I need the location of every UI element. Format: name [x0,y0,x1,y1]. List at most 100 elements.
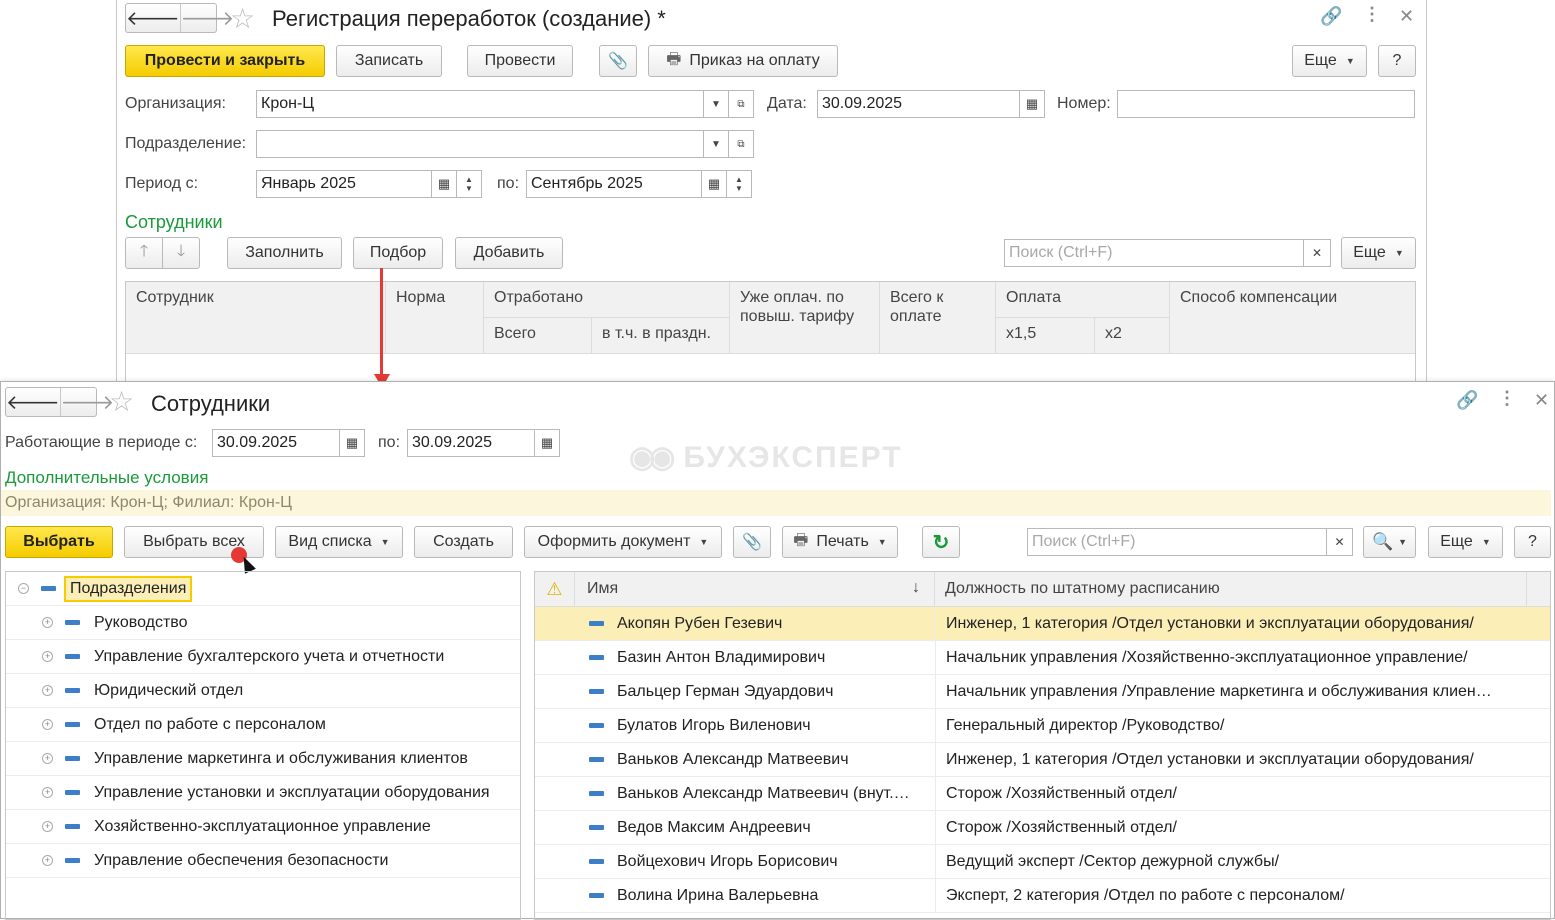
period-to-spinner-icon[interactable]: ▲ ▼ [726,170,752,198]
dept-open-icon[interactable]: ⧉ [728,130,754,158]
attach-button[interactable]: 📎 [599,45,637,77]
col-worked-total[interactable]: Всего [484,318,592,354]
period-to-field[interactable]: Сентябрь 2025 [526,170,702,198]
period-from-spinner-icon[interactable]: ▲ ▼ [456,170,482,198]
warning-col-header[interactable]: ⚠ [535,572,575,607]
post-close-button[interactable]: Провести и закрыть [125,45,325,77]
close-icon[interactable]: ✕ [1534,390,1549,411]
fill-button[interactable]: Заполнить [227,237,342,269]
refresh-button[interactable]: ↻ [922,526,960,558]
col-worked-holiday[interactable]: в т.ч. в праздн. [592,318,730,354]
tree-root[interactable]: − Подразделения [6,572,520,606]
save-button[interactable]: Записать [336,45,442,77]
expand-icon[interactable]: + [42,753,53,764]
create-button[interactable]: Создать [414,526,513,558]
star-icon[interactable]: ☆ [109,385,134,418]
dept-field[interactable] [256,130,704,158]
search-clear-icon[interactable]: ✕ [1303,239,1331,267]
expand-icon[interactable]: + [42,855,53,866]
add-button[interactable]: Добавить [455,237,563,269]
employee-row[interactable]: Базин Антон Владимирович Начальник управл… [535,640,1550,675]
help-button[interactable]: ? [1514,526,1551,558]
period-to-field[interactable]: 30.09.2025 [407,429,535,457]
col-already-paid[interactable]: Уже оплач. по повыш. тарифу [730,282,880,354]
col-employee[interactable]: Сотрудник [126,282,386,354]
org-dropdown-icon[interactable]: ▼ [703,90,729,118]
select-button[interactable]: Выбрать [5,526,113,558]
period-from-calendar-icon[interactable]: ▦ [431,170,457,198]
forward-icon[interactable]: 🡒 [59,388,114,416]
close-icon[interactable]: ✕ [1399,6,1414,27]
employee-row[interactable]: Ваньков Александр Матвеевич (внут.… Сторо… [535,776,1550,811]
expand-icon[interactable]: + [42,651,53,662]
move-up-button[interactable]: 🡑 [125,237,163,269]
collapse-icon[interactable]: − [18,583,29,594]
tree-item[interactable]: + Юридический отдел [6,674,520,708]
search-input[interactable]: Поиск (Ctrl+F) [1027,528,1327,556]
period-from-field[interactable]: Январь 2025 [256,170,432,198]
tree-item[interactable]: + Управление установки и эксплуатации обо… [6,776,520,810]
tree-item[interactable]: + Управление бухгалтерского учета и отчет… [6,640,520,674]
employee-row[interactable]: Ведов Максим Андреевич Сторож /Хозяйствен… [535,810,1550,845]
col-worked[interactable]: Отработано [484,282,730,318]
pay-order-button[interactable]: 🖶 Приказ на оплату [648,45,838,77]
period-to-calendar-icon[interactable]: ▦ [534,429,560,457]
pick-button[interactable]: Подбор [353,237,443,269]
period-from-field[interactable]: 30.09.2025 [212,429,340,457]
col-norm[interactable]: Норма [386,282,484,354]
link-icon[interactable]: 🔗 [1320,6,1342,27]
tree-item[interactable]: + Руководство [6,606,520,640]
col-pay-x15[interactable]: x1,5 [996,318,1095,354]
expand-icon[interactable]: + [42,685,53,696]
search-clear-icon[interactable]: ✕ [1326,528,1353,556]
table-search-input[interactable]: Поиск (Ctrl+F) [1004,239,1304,267]
expand-icon[interactable]: + [42,787,53,798]
col-compensation[interactable]: Способ компенсации [1170,282,1415,354]
period-to-calendar-icon[interactable]: ▦ [701,170,727,198]
org-field[interactable]: Крон-Ц [256,90,704,118]
extra-conditions-link[interactable]: Дополнительные условия [5,468,208,488]
employee-row[interactable]: Бальцер Герман Эдуардович Начальник управ… [535,674,1550,709]
help-button[interactable]: ? [1378,45,1416,77]
tree-item[interactable]: + Хозяйственно-эксплуатационное управлени… [6,810,520,844]
more-vert-icon[interactable]: ⋮ [1498,388,1516,409]
post-button[interactable]: Провести [467,45,573,77]
expand-icon[interactable]: + [42,617,53,628]
col-name-header[interactable]: Имя ↓ [575,572,935,607]
employee-row[interactable]: Волина Ирина Валерьевна Эксперт, 2 катего… [535,878,1550,913]
calendar-icon[interactable]: ▦ [1019,90,1045,118]
list-view-button[interactable]: Вид списка ▼ [275,526,403,558]
tree-item[interactable]: + Отдел по работе с персоналом [6,708,520,742]
table-more-button[interactable]: Еще ▼ [1341,237,1416,269]
attach-button[interactable]: 📎 [733,526,771,558]
more-button[interactable]: Еще ▼ [1292,45,1367,77]
employee-row[interactable]: Войцехович Игорь Борисович Ведущий экспер… [535,844,1550,879]
period-from-calendar-icon[interactable]: ▦ [339,429,365,457]
expand-icon[interactable]: + [42,719,53,730]
col-position-header[interactable]: Должность по штатному расписанию [935,572,1527,607]
employee-row[interactable]: Акопян Рубен Гезевич Инженер, 1 категория… [535,606,1550,641]
expand-icon[interactable]: + [42,821,53,832]
back-icon[interactable]: 🡐 [6,388,60,416]
tree-item[interactable]: + Управление обеспечения безопасности [6,844,520,878]
more-vert-icon[interactable]: ⋮ [1363,4,1381,25]
move-down-button[interactable]: 🡓 [162,237,200,269]
col-total-to-pay[interactable]: Всего к оплате [880,282,996,354]
col-payment[interactable]: Оплата [996,282,1170,318]
star-icon[interactable]: ☆ [230,2,255,35]
employee-row[interactable]: Ваньков Александр Матвеевич Инженер, 1 ка… [535,742,1550,777]
forward-icon[interactable]: 🡒 [179,4,234,32]
make-doc-button[interactable]: Оформить документ ▼ [524,526,722,558]
tree-item[interactable]: + Управление маркетинга и обслуживания кл… [6,742,520,776]
link-icon[interactable]: 🔗 [1456,390,1478,411]
back-icon[interactable]: 🡐 [126,4,180,32]
more-button[interactable]: Еще ▼ [1428,526,1503,558]
dept-dropdown-icon[interactable]: ▼ [703,130,729,158]
print-button[interactable]: 🖶 Печать ▼ [782,526,898,558]
col-pay-x2[interactable]: x2 [1095,318,1170,354]
employee-row[interactable]: Булатов Игорь Виленович Генеральный дирек… [535,708,1550,743]
org-open-icon[interactable]: ⧉ [728,90,754,118]
date-field[interactable]: 30.09.2025 [817,90,1020,118]
search-button[interactable]: 🔍 ▼ [1363,526,1416,558]
number-field[interactable] [1117,90,1415,118]
